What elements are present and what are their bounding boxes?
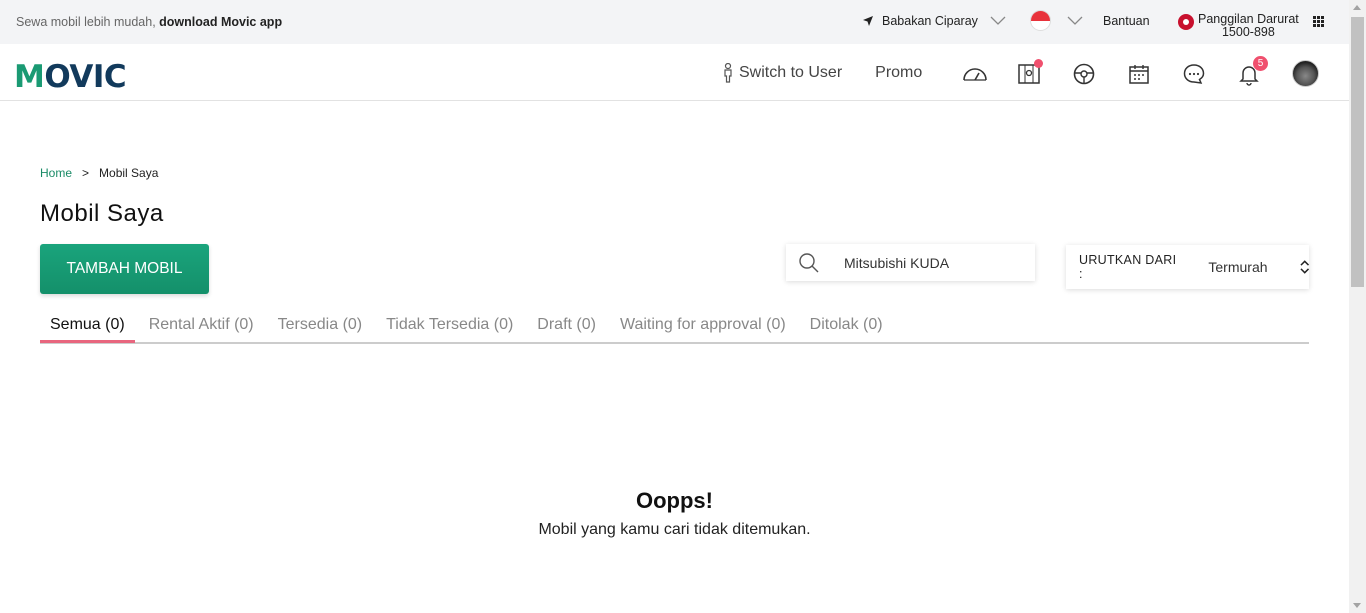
emergency-icon [1178,14,1194,30]
main-header: MOVIC Switch to User Promo 5 [0,44,1349,101]
main-nav: Switch to User Promo [722,63,922,83]
sort-arrows-icon [1299,260,1309,274]
bell-icon[interactable]: 5 [1237,55,1268,86]
indonesia-flag-icon [1030,10,1051,31]
map-pin-icon[interactable] [1017,58,1043,86]
dashboard-icon[interactable] [962,62,987,86]
top-bar: Sewa mobil lebih mudah, download Movic a… [0,0,1349,44]
calendar-icon[interactable] [1127,62,1151,86]
tab-rental-aktif[interactable]: Rental Aktif (0) [139,312,264,342]
sort-value: Termurah [1208,259,1268,275]
download-app-link[interactable]: download Movic app [159,15,282,29]
user-avatar[interactable] [1292,60,1319,87]
search-input[interactable] [844,254,1014,271]
scroll-up-arrow-icon[interactable] [1353,5,1361,10]
breadcrumb-home[interactable]: Home [40,166,72,180]
tab-draft[interactable]: Draft (0) [527,312,606,342]
sort-label: URUTKAN DARI : [1079,253,1177,281]
person-icon [724,63,732,83]
sort-dropdown[interactable]: URUTKAN DARI : Termurah [1066,245,1309,289]
emergency-number: 1500-898 [1221,25,1275,39]
search-box [786,244,1035,281]
vertical-scrollbar[interactable] [1349,0,1366,613]
help-link[interactable]: Bantuan [1103,14,1150,28]
search-icon[interactable] [798,252,820,274]
tab-ditolak[interactable]: Ditolak (0) [800,312,893,342]
chevron-down-icon [1067,16,1083,25]
chat-icon[interactable] [1182,62,1206,86]
header-icons: 5 [962,55,1319,87]
scroll-down-arrow-icon[interactable] [1353,603,1361,608]
breadcrumb: Home > Mobil Saya [40,166,158,180]
tab-semua[interactable]: Semua (0) [40,312,135,343]
language-selector[interactable] [1030,10,1083,31]
location-selector[interactable]: Babakan Ciparay [862,14,1006,28]
page-title: Mobil Saya [40,200,164,227]
empty-state-message: Mobil yang kamu cari tidak ditemukan. [538,521,811,538]
movic-logo[interactable]: MOVIC [14,59,127,95]
emergency-call[interactable]: Panggilan Darurat 1500-898 [1178,13,1299,39]
breadcrumb-current: Mobil Saya [99,166,159,180]
steering-wheel-icon[interactable] [1072,62,1096,86]
app-promo: Sewa mobil lebih mudah, download Movic a… [16,15,282,29]
location-arrow-icon [863,16,873,26]
app-promo-text: Sewa mobil lebih mudah, [16,15,156,29]
notification-count-badge: 5 [1253,55,1268,71]
status-tabs: Semua (0) Rental Aktif (0) Tersedia (0) … [40,312,1309,344]
tab-tersedia[interactable]: Tersedia (0) [268,312,372,342]
tab-waiting-for-approval[interactable]: Waiting for approval (0) [610,312,796,342]
empty-state-title: Oopps! [636,488,713,513]
empty-state: Oopps! Mobil yang kamu cari tidak ditemu… [0,488,1349,539]
scrollbar-thumb[interactable] [1351,17,1364,287]
chevron-down-icon [990,16,1006,25]
apps-grid-icon[interactable] [1313,16,1324,27]
switch-to-user-button[interactable]: Switch to User [722,63,842,83]
switch-to-user-label: Switch to User [739,64,843,81]
tab-tidak-tersedia[interactable]: Tidak Tersedia (0) [376,312,523,342]
add-car-button[interactable]: TAMBAH MOBIL [40,244,209,294]
promo-link[interactable]: Promo [875,64,922,82]
location-label: Babakan Ciparay [882,14,978,28]
page: Sewa mobil lebih mudah, download Movic a… [0,0,1366,613]
map-notification-dot [1034,58,1043,68]
breadcrumb-separator: > [82,166,90,180]
